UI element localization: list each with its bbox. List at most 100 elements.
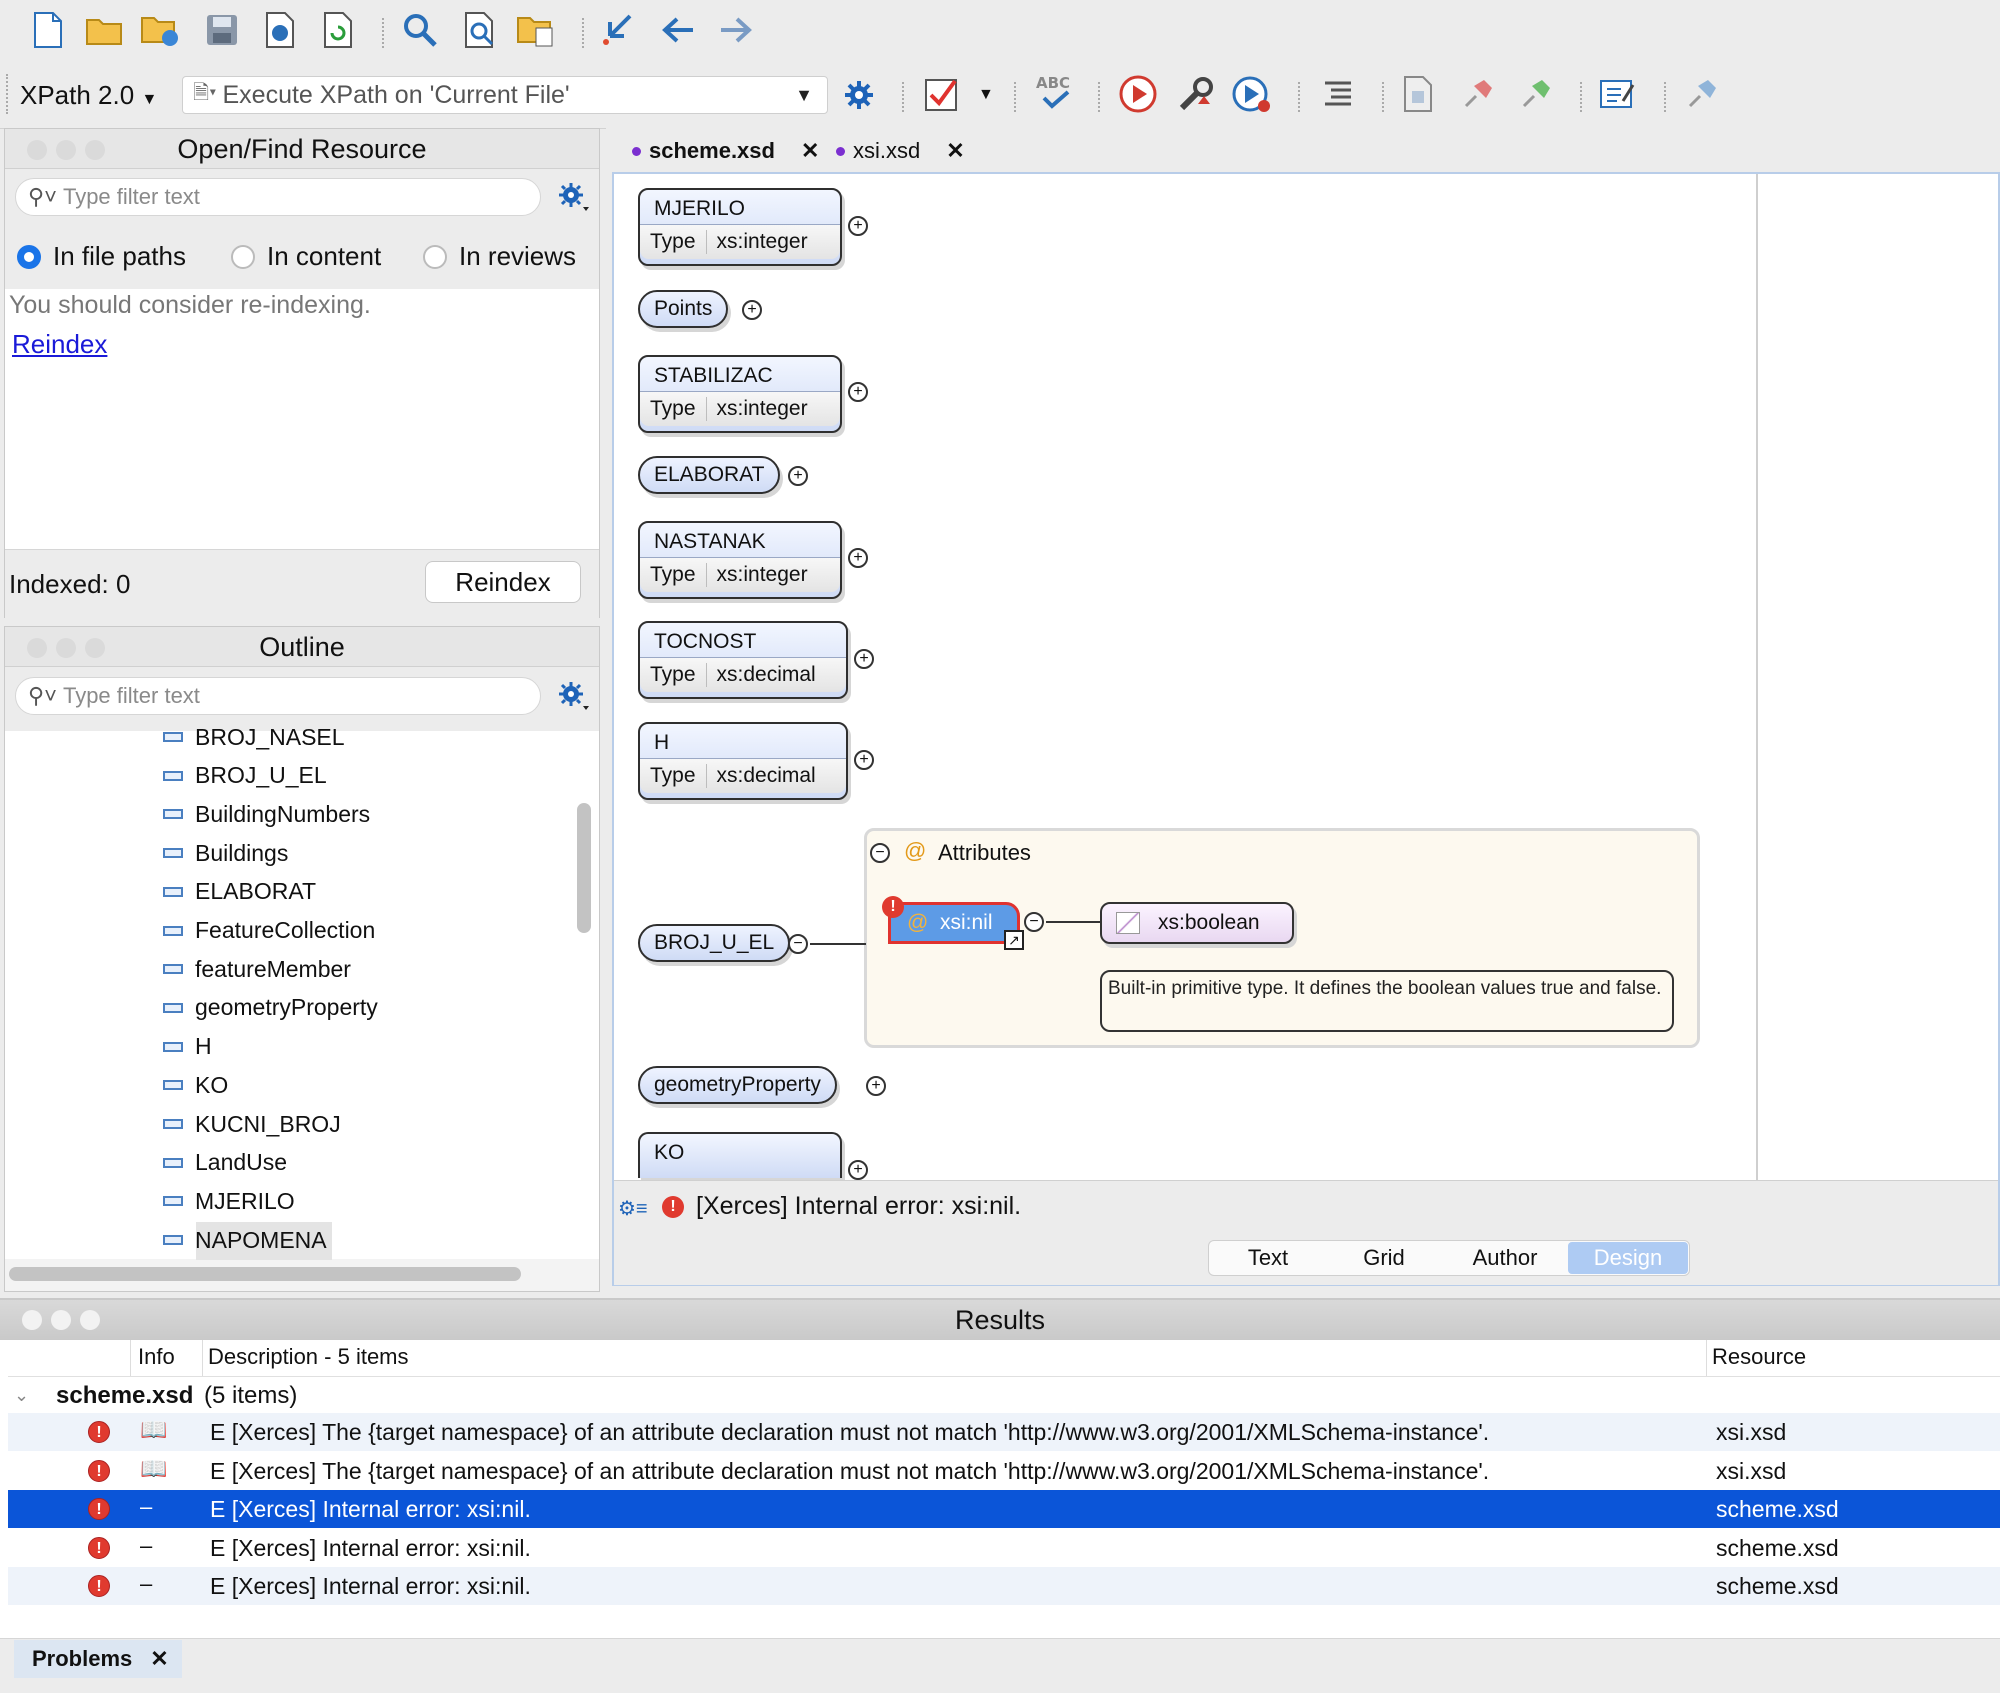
result-row[interactable]: ! 📖 E [Xerces] The {target namespace} of a…: [8, 1413, 2000, 1451]
outline-item[interactable]: BROJ_NASEL: [163, 722, 345, 752]
tab-design[interactable]: Design: [1568, 1242, 1688, 1274]
pin-green-icon[interactable]: [1516, 74, 1556, 114]
expand-icon[interactable]: +: [848, 1160, 868, 1180]
close-icon[interactable]: ✕: [150, 1646, 168, 1671]
expand-icon[interactable]: +: [742, 300, 762, 320]
outline-item[interactable]: ELABORAT: [163, 877, 316, 907]
schema-node-mjerilo[interactable]: MJERILO Type xs:integer: [638, 188, 842, 266]
xpath-version-select[interactable]: XPath 2.0 ▼: [20, 80, 157, 111]
find-icon[interactable]: [400, 10, 440, 50]
expand-icon[interactable]: +: [848, 382, 868, 402]
horizontal-scrollbar[interactable]: [9, 1267, 521, 1281]
tab-author[interactable]: Author: [1444, 1242, 1566, 1274]
chevron-down-icon[interactable]: ▼: [795, 85, 813, 106]
reload-icon[interactable]: [318, 10, 358, 50]
outline-item[interactable]: KUCNI_BROJ: [163, 1109, 341, 1139]
outline-item[interactable]: BROJ_U_EL: [163, 761, 327, 791]
outline-item[interactable]: H: [163, 1032, 212, 1062]
edit-form-icon[interactable]: [1598, 74, 1638, 114]
schema-node-points[interactable]: Points: [638, 290, 729, 328]
expand-icon[interactable]: +: [854, 649, 874, 669]
spellcheck-icon[interactable]: ABC: [1034, 72, 1074, 112]
schema-node-elaborat[interactable]: ELABORAT: [638, 456, 781, 494]
result-row[interactable]: ! – E [Xerces] Internal error: xsi:nil. sch…: [8, 1529, 2000, 1567]
outline-item[interactable]: FeatureCollection: [163, 916, 375, 946]
pin-blue-icon[interactable]: [1682, 74, 1722, 114]
chevron-down-icon[interactable]: ▼: [978, 86, 994, 104]
outline-item[interactable]: Buildings: [163, 838, 288, 868]
validate-icon[interactable]: [922, 74, 962, 114]
schema-node-stabilizac[interactable]: STABILIZAC Type xs:integer: [638, 355, 842, 433]
new-file-icon[interactable]: [28, 10, 68, 50]
outline-item[interactable]: NAPOMENA: [163, 1225, 327, 1255]
column-resource[interactable]: Resource: [1712, 1344, 1806, 1370]
back-icon[interactable]: [658, 10, 698, 50]
close-icon[interactable]: ✕: [946, 138, 964, 164]
tab-problems[interactable]: Problems ✕: [14, 1640, 182, 1678]
window-controls[interactable]: [27, 638, 105, 658]
expand-icon[interactable]: +: [854, 750, 874, 770]
collapse-icon[interactable]: −: [1024, 912, 1044, 932]
results-group-row[interactable]: ⌄ scheme.xsd (5 items): [14, 1380, 1994, 1414]
outline-item[interactable]: geometryProperty: [163, 993, 378, 1023]
schema-node-h[interactable]: H Type xs:decimal: [638, 722, 848, 800]
collapse-icon[interactable]: −: [870, 843, 890, 863]
result-row[interactable]: ! – E [Xerces] Internal error: xsi:nil. sch…: [8, 1567, 2000, 1606]
expand-icon[interactable]: +: [848, 216, 868, 236]
outline-search-input[interactable]: ⚲˅ Type filter text: [15, 677, 541, 715]
attribute-xsi-nil[interactable]: @ xsi:nil: [888, 902, 1020, 944]
expand-icon[interactable]: +: [866, 1076, 886, 1096]
tab-xsi-xsd[interactable]: xsi.xsd ✕: [836, 134, 965, 168]
configure-transform-icon[interactable]: [1176, 74, 1216, 114]
column-info[interactable]: Info: [138, 1344, 175, 1370]
save-icon[interactable]: [202, 10, 242, 50]
run-transform-icon[interactable]: [1118, 74, 1158, 114]
document-schema-icon[interactable]: [1400, 74, 1440, 114]
last-edit-icon[interactable]: [598, 8, 638, 48]
save-url-icon[interactable]: [260, 10, 300, 50]
tab-grid[interactable]: Grid: [1326, 1242, 1442, 1274]
schema-node-broj-u-el[interactable]: BROJ_U_EL: [638, 924, 791, 962]
radio-file-paths[interactable]: In file paths: [17, 241, 186, 272]
xpath-settings-icon[interactable]: [840, 76, 880, 116]
xpath-input[interactable]: 🗎▾ Execute XPath on 'Current File' ▼: [182, 76, 828, 114]
search-input[interactable]: ⚲˅ Type filter text: [15, 178, 541, 216]
outline-item[interactable]: KO: [163, 1070, 228, 1100]
column-description[interactable]: Description - 5 items: [208, 1344, 409, 1370]
close-icon[interactable]: ✕: [801, 138, 819, 164]
window-controls[interactable]: [22, 1310, 100, 1330]
pin-red-icon[interactable]: [1458, 74, 1498, 114]
outline-item[interactable]: BuildingNumbers: [163, 799, 370, 829]
open-files-icon[interactable]: [516, 10, 556, 50]
tab-text[interactable]: Text: [1212, 1242, 1324, 1274]
collapse-icon[interactable]: −: [788, 934, 808, 954]
tab-scheme-xsd[interactable]: scheme.xsd ✕: [632, 134, 819, 168]
schema-node-geometry-property[interactable]: geometryProperty: [638, 1066, 837, 1104]
radio-reviews[interactable]: In reviews: [423, 241, 576, 272]
gear-icon[interactable]: [557, 680, 591, 719]
gear-icon[interactable]: [557, 181, 591, 220]
status-settings-icon[interactable]: ⚙≡: [618, 1196, 648, 1221]
vertical-scrollbar[interactable]: [577, 803, 591, 933]
expand-icon[interactable]: +: [848, 548, 868, 568]
open-folder-icon[interactable]: [84, 10, 124, 50]
radio-content[interactable]: In content: [231, 241, 381, 272]
forward-icon[interactable]: [716, 10, 756, 50]
result-row[interactable]: ! 📖 E [Xerces] The {target namespace} of a…: [8, 1452, 2000, 1490]
schema-node-nastanak[interactable]: NASTANAK Type xs:integer: [638, 521, 842, 599]
schema-node-tocnost[interactable]: TOCNOST Type xs:decimal: [638, 621, 848, 699]
debug-icon[interactable]: [1232, 74, 1272, 114]
reindex-button[interactable]: Reindex: [425, 561, 581, 603]
result-row[interactable]: ! – E [Xerces] Internal error: xsi:nil. sch…: [8, 1490, 2000, 1529]
type-xs-boolean[interactable]: xs:boolean: [1100, 902, 1294, 944]
window-controls[interactable]: [27, 140, 105, 160]
format-indent-icon[interactable]: [1318, 74, 1358, 114]
outline-item[interactable]: LandUse: [163, 1148, 287, 1178]
expand-icon[interactable]: +: [788, 466, 808, 486]
reindex-link[interactable]: Reindex: [12, 329, 107, 360]
schema-node-ko[interactable]: KO: [638, 1132, 842, 1178]
open-url-icon[interactable]: [140, 10, 180, 50]
outline-item[interactable]: MJERILO: [163, 1186, 295, 1216]
chevron-down-icon[interactable]: ⌄: [14, 1385, 29, 1405]
outline-item[interactable]: featureMember: [163, 954, 351, 984]
